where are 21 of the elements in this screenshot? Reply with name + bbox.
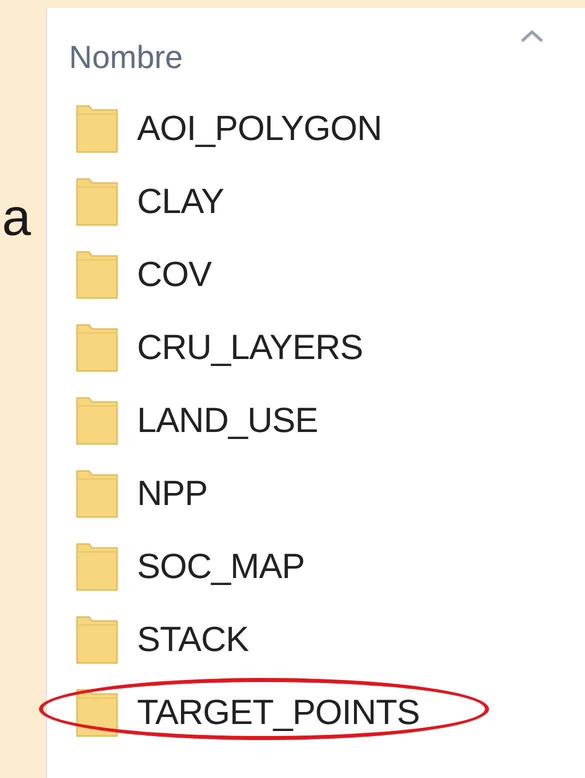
folder-icon [75,396,119,446]
folder-name[interactable]: TARGET_POINTS [137,695,420,730]
folder-icon [75,104,119,154]
folder-name[interactable]: CLAY [137,184,224,219]
folder-icon [75,250,119,300]
folder-icon [75,322,119,372]
folder-name[interactable]: CRU_LAYERS [137,330,363,365]
column-header[interactable]: Nombre [69,40,183,92]
folder-name[interactable]: COV [137,257,212,292]
folder-icon [75,542,119,592]
folder-icon [75,176,119,226]
folder-name[interactable]: STACK [137,622,249,657]
folder-icon [75,688,119,738]
sort-caret-icon[interactable] [519,28,545,44]
folder-name[interactable]: NPP [137,476,208,511]
folder-name[interactable]: SOC_MAP [137,549,305,584]
folder-icon [75,468,119,518]
folder-icon [75,614,119,664]
folder-name[interactable]: LAND_USE [137,403,318,438]
slide-text: a [2,192,31,244]
folder-name[interactable]: AOI_POLYGON [137,111,382,146]
